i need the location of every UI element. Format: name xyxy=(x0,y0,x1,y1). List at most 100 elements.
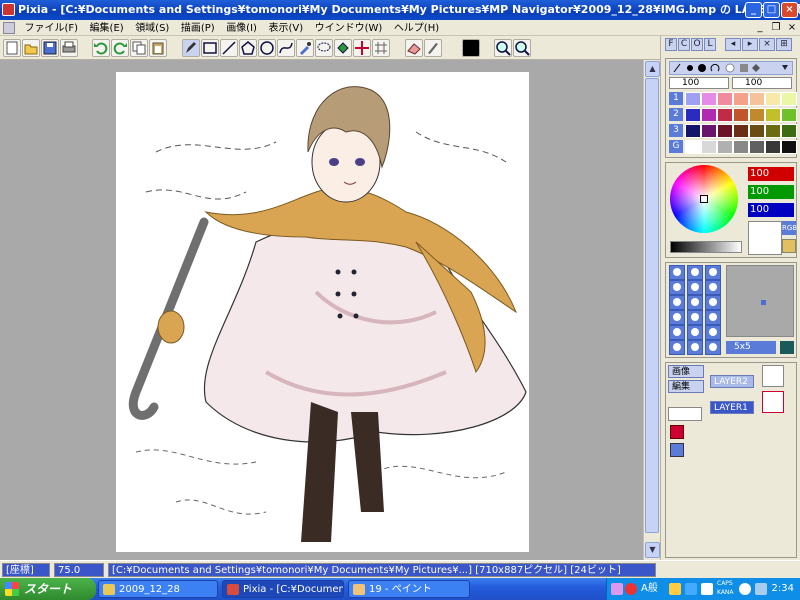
palette-row-label[interactable]: 1 xyxy=(669,92,683,105)
print-icon[interactable] xyxy=(60,39,78,57)
palette-swatch[interactable] xyxy=(685,92,701,106)
menu-edit[interactable]: 編集(E) xyxy=(86,21,128,37)
palette-swatch[interactable] xyxy=(749,124,765,138)
brush-shape-icon[interactable] xyxy=(669,325,685,340)
close-button[interactable]: × xyxy=(781,2,798,18)
new-icon[interactable] xyxy=(3,39,21,57)
palette-swatch[interactable] xyxy=(733,124,749,138)
drawing-canvas[interactable] xyxy=(116,72,529,552)
palette-swatch[interactable] xyxy=(733,140,749,154)
brush-size-label[interactable]: 5x5 xyxy=(726,341,776,354)
minimize-button[interactable]: _ xyxy=(745,2,762,18)
palette-swatch[interactable] xyxy=(717,92,733,106)
palette-swatch[interactable] xyxy=(781,92,797,106)
palette-tool-strip[interactable] xyxy=(669,61,793,75)
blue-value[interactable]: 100 xyxy=(748,203,794,217)
brush-shape-icon[interactable] xyxy=(669,340,685,355)
palette-swatch[interactable] xyxy=(765,108,781,122)
scroll-down-icon[interactable]: ▼ xyxy=(645,542,660,558)
taskbar-item-paint[interactable]: 19 - ペイント xyxy=(348,580,470,598)
zoom-in-icon[interactable] xyxy=(494,39,512,57)
brush-shape-icon[interactable] xyxy=(669,280,685,295)
menu-window[interactable]: ウインドウ(W) xyxy=(311,21,387,37)
palette-swatch[interactable] xyxy=(765,124,781,138)
brush-shape-icon[interactable] xyxy=(705,325,721,340)
vertical-scrollbar[interactable]: ▲ ▼ xyxy=(643,60,660,560)
lasso-icon[interactable] xyxy=(315,39,333,57)
pen-icon[interactable] xyxy=(182,39,200,57)
palette-swatch[interactable] xyxy=(717,108,733,122)
brush-shape-icon[interactable] xyxy=(705,280,721,295)
rectangle-icon[interactable] xyxy=(201,39,219,57)
palette-swatch[interactable] xyxy=(781,140,797,154)
palette-swatch[interactable] xyxy=(749,92,765,106)
palette-swatch[interactable] xyxy=(717,124,733,138)
redo-icon[interactable] xyxy=(111,39,129,57)
panel-left-icon[interactable]: ◂ xyxy=(725,38,741,51)
palette-swatch[interactable] xyxy=(733,92,749,106)
edit-button[interactable]: 編集 xyxy=(668,380,704,393)
polygon-icon[interactable] xyxy=(239,39,257,57)
layer-item[interactable]: LAYER2 xyxy=(708,365,796,389)
palette-swatch[interactable] xyxy=(701,92,717,106)
brush-shape-icon[interactable] xyxy=(687,265,703,280)
pin-icon[interactable] xyxy=(670,425,684,439)
move-icon[interactable] xyxy=(353,39,371,57)
image-button[interactable]: 画像 xyxy=(668,365,704,378)
color-swatch-icon[interactable] xyxy=(462,39,480,57)
palette-swatch[interactable] xyxy=(749,140,765,154)
tab-c[interactable]: C xyxy=(678,38,690,51)
taskbar-item-folder[interactable]: 2009_12_28 xyxy=(98,580,218,598)
grid-icon[interactable] xyxy=(372,39,390,57)
brush-shape-icon[interactable] xyxy=(687,340,703,355)
paste-icon[interactable] xyxy=(149,39,167,57)
save-icon[interactable] xyxy=(41,39,59,57)
curve-icon[interactable] xyxy=(277,39,295,57)
brush-shape-icon[interactable] xyxy=(705,295,721,310)
ellipse-icon[interactable] xyxy=(258,39,276,57)
palette-swatch[interactable] xyxy=(781,108,797,122)
panel-expand-icon[interactable]: ⊞ xyxy=(776,38,792,51)
palette-swatch[interactable] xyxy=(717,140,733,154)
palette-row-label[interactable]: 2 xyxy=(669,108,683,121)
open-icon[interactable] xyxy=(22,39,40,57)
brush-shape-icon[interactable] xyxy=(687,325,703,340)
mdi-minimize-button[interactable]: _ xyxy=(754,21,766,35)
title-bar[interactable]: Pixia - [C:¥Documents and Settings¥tomon… xyxy=(0,0,800,20)
palette-row-label[interactable]: 3 xyxy=(669,124,683,137)
smudge-icon[interactable] xyxy=(424,39,442,57)
palette-opacity-2[interactable]: 100 xyxy=(732,77,792,89)
palette-swatch[interactable] xyxy=(765,92,781,106)
tab-o[interactable]: O xyxy=(691,38,703,51)
panel-right-icon[interactable]: ▸ xyxy=(742,38,758,51)
brush-shape-icon[interactable] xyxy=(669,295,685,310)
undo-icon[interactable] xyxy=(92,39,110,57)
fill-icon[interactable] xyxy=(334,39,352,57)
rgb-mode-button[interactable]: RGB xyxy=(782,221,797,235)
palette-swatch[interactable] xyxy=(701,108,717,122)
document-icon[interactable] xyxy=(3,22,15,34)
panel-close-icon[interactable]: × xyxy=(759,38,775,51)
palette-swatch[interactable] xyxy=(685,108,701,122)
layer-list-icon[interactable] xyxy=(670,443,684,457)
brush-shape-icon[interactable] xyxy=(687,280,703,295)
copy-icon[interactable] xyxy=(130,39,148,57)
brush-options-icon[interactable] xyxy=(780,341,794,354)
zoom-out-icon[interactable] xyxy=(513,39,531,57)
menu-image[interactable]: 画像(I) xyxy=(222,21,261,37)
menu-help[interactable]: ヘルプ(H) xyxy=(390,21,443,37)
pixia-app-icon[interactable] xyxy=(2,3,15,16)
tray-network-icon[interactable] xyxy=(685,583,697,595)
tray-ime-icon[interactable] xyxy=(669,583,681,595)
maximize-button[interactable]: □ xyxy=(763,2,780,18)
tray-monitor-icon[interactable] xyxy=(755,583,767,595)
tab-f[interactable]: F xyxy=(665,38,677,51)
tray-app-icon[interactable] xyxy=(611,583,623,595)
menu-file[interactable]: ファイル(F) xyxy=(21,21,83,37)
tab-l[interactable]: L xyxy=(704,38,716,51)
palette-swatch[interactable] xyxy=(733,108,749,122)
palette-swatch[interactable] xyxy=(685,140,701,154)
palette-swatch[interactable] xyxy=(701,124,717,138)
menu-draw[interactable]: 描画(P) xyxy=(177,21,219,37)
green-value[interactable]: 100 xyxy=(748,185,794,199)
